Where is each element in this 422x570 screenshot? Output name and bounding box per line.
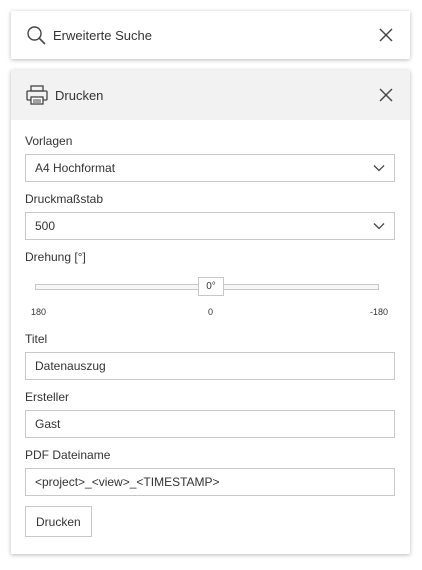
chevron-down-icon [373, 164, 385, 172]
print-button[interactable]: Drucken [25, 506, 92, 537]
rotation-mid-label: 0 [208, 307, 214, 317]
print-panel-title: Drucken [55, 87, 104, 103]
close-icon[interactable] [376, 25, 396, 45]
creator-label: Ersteller [25, 390, 70, 404]
printer-icon [26, 85, 48, 105]
print-form: Vorlagen A4 Hochformat Druckmaßstab 500 … [11, 120, 410, 537]
print-panel-header[interactable]: Drucken [11, 70, 410, 120]
scale-select[interactable]: 500 [25, 212, 395, 240]
creator-input[interactable]: Gast [25, 410, 395, 438]
search-panel-header[interactable]: Erweiterte Suche [11, 11, 410, 59]
close-icon[interactable] [376, 85, 396, 105]
templates-value: A4 Hochformat [35, 161, 116, 175]
title-input[interactable]: Datenauszug [25, 352, 395, 380]
templates-select[interactable]: A4 Hochformat [25, 154, 395, 182]
rotation-max-label: -180 [370, 307, 389, 317]
pdf-filename-label: PDF Dateiname [25, 448, 111, 462]
search-panel: Erweiterte Suche [11, 11, 410, 59]
chevron-down-icon [373, 222, 385, 230]
pdf-filename-input[interactable]: <project>_<view>_<TIMESTAMP> [25, 468, 395, 496]
templates-label: Vorlagen [25, 134, 73, 148]
print-panel: Drucken Vorlagen A4 Hochformat Druckmaßs… [11, 70, 410, 554]
scale-label: Druckmaßstab [25, 192, 104, 206]
search-icon [26, 25, 46, 45]
rotation-label: Drehung [°] [25, 250, 86, 264]
search-panel-title: Erweiterte Suche [53, 27, 152, 43]
rotation-slider[interactable]: 0° 180 0 -180 [25, 270, 396, 322]
rotation-slider-handle[interactable]: 0° [198, 277, 224, 296]
rotation-min-label: 180 [31, 307, 47, 317]
title-label: Titel [25, 332, 48, 346]
scale-value: 500 [35, 219, 56, 233]
